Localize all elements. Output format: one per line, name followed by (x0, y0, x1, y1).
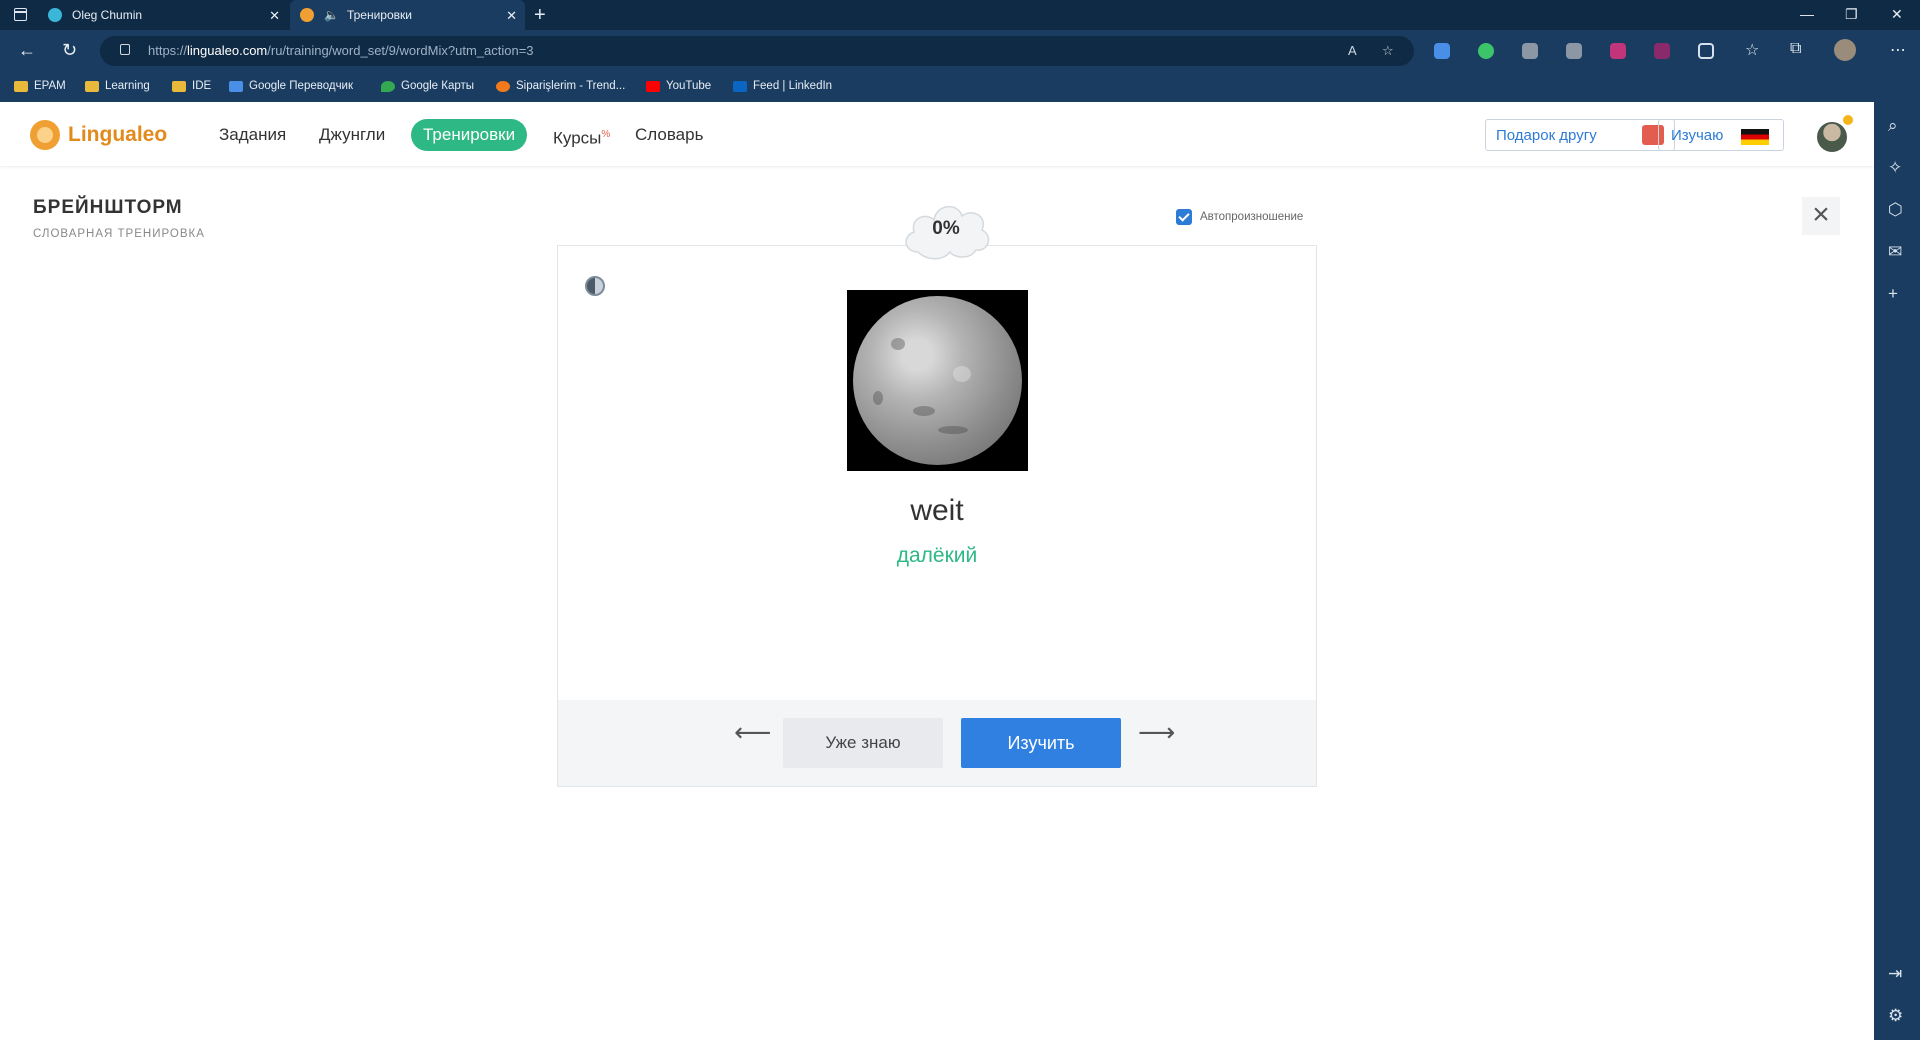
lock-icon (120, 44, 130, 55)
extension-icon[interactable] (1566, 43, 1582, 59)
google-translate-icon (229, 80, 243, 92)
back-icon[interactable]: ← (18, 40, 36, 61)
read-aloud-icon[interactable]: A (1348, 43, 1357, 58)
next-arrow-icon[interactable]: ⟶ (1138, 717, 1175, 748)
lion-logo-icon (30, 120, 60, 150)
close-tab-icon[interactable]: ✕ (269, 8, 280, 24)
tab-title: Тренировки (346, 8, 412, 22)
gift-friend-button[interactable]: Подарок другу (1485, 119, 1675, 151)
minimize-icon[interactable]: — (1800, 6, 1814, 22)
new-tab-icon[interactable]: + (534, 4, 546, 27)
browser-tab-bar: Oleg Chumin ✕ 🔈 Тренировки ✕ + — ❐ ✕ (0, 0, 1920, 30)
address-field[interactable]: https://lingualeo.com/ru/training/word_s… (100, 36, 1414, 66)
autopronounce-toggle[interactable]: Автопроизношение (1176, 209, 1303, 225)
profile-avatar-icon[interactable] (1834, 39, 1856, 61)
learn-button[interactable]: Изучить (961, 718, 1121, 768)
tab-actions-icon[interactable] (14, 8, 27, 21)
close-tab-icon[interactable]: ✕ (506, 8, 517, 24)
trendyol-icon (496, 80, 510, 92)
bookmark-linkedin[interactable]: Feed | LinkedIn (733, 80, 832, 92)
restore-icon[interactable]: ❐ (1845, 6, 1858, 23)
site-header: Lingualeo Задания Джунгли Тренировки Кур… (0, 102, 1874, 166)
settings-gear-icon[interactable]: ⚙ (1888, 1006, 1903, 1026)
browser-sidebar: ⌕ ✧ ⬡ ✉ + ⇥ ⚙ (1874, 102, 1920, 1040)
bookmark-google-maps[interactable]: Google Карты (381, 80, 474, 92)
speaker-icon[interactable]: 🔈 (324, 8, 339, 22)
tab-oleg-chumin[interactable]: Oleg Chumin ✕ (38, 0, 288, 30)
outlook-icon[interactable]: ✉ (1888, 242, 1902, 262)
window-close-icon[interactable]: ✕ (1891, 6, 1903, 23)
refresh-icon[interactable]: ↻ (62, 40, 77, 61)
training-subtitle: СЛОВАРНАЯ ТРЕНИРОВКА (33, 228, 205, 240)
add-sidebar-icon[interactable]: + (1888, 284, 1898, 304)
url-text: https://lingualeo.com/ru/training/word_s… (148, 43, 534, 58)
extension-icon[interactable] (1654, 43, 1670, 59)
word-translation: далёкий (896, 544, 978, 567)
extension-icon[interactable] (1610, 43, 1626, 59)
edge-icon (48, 8, 62, 22)
checkbox-checked-icon[interactable] (1176, 209, 1192, 225)
lingualeo-logo[interactable]: Lingualeo (30, 120, 167, 150)
bookmark-learning[interactable]: Learning (85, 80, 150, 92)
bookmark-ide[interactable]: IDE (172, 80, 211, 92)
nav-tasks[interactable]: Задания (219, 119, 286, 151)
extension-icon[interactable] (1522, 43, 1538, 59)
green-extension-icon[interactable] (1478, 43, 1494, 59)
contrast-toggle-icon[interactable] (585, 276, 605, 296)
bookmark-trendyol[interactable]: Siparişlerim - Trend... (496, 80, 625, 92)
favorites-icon[interactable]: ☆ (1745, 40, 1759, 60)
training-title: БРЕЙНШТОРМ (33, 197, 183, 218)
moon-image (847, 290, 1028, 471)
gift-button-label: Подарок другу (1496, 126, 1597, 144)
previous-arrow-icon[interactable]: ⟵ (734, 717, 771, 748)
collections-icon[interactable]: ⧉ (1790, 40, 1801, 58)
google-maps-icon (381, 80, 395, 92)
hide-sidebar-icon[interactable]: ⇥ (1888, 964, 1902, 984)
word-card: weit далёкий ⟵ Уже знаю Изучить ⟶ (557, 245, 1317, 787)
close-training-button[interactable]: × (1802, 197, 1840, 235)
search-icon[interactable]: ⌕ (1888, 116, 1898, 136)
nav-courses-label: Курсы (553, 128, 602, 148)
nav-trainings[interactable]: Тренировки (411, 119, 528, 151)
card-actions: ⟵ Уже знаю Изучить ⟶ (558, 700, 1316, 786)
folder-icon (14, 80, 28, 92)
learning-language-button[interactable]: Изучаю (1658, 119, 1784, 151)
tab-title: Oleg Chumin (72, 8, 143, 22)
nav-jungle[interactable]: Джунгли (319, 119, 385, 151)
autopronounce-label: Автопроизношение (1200, 211, 1304, 223)
youtube-icon (646, 80, 660, 92)
bookmark-youtube[interactable]: YouTube (646, 80, 711, 92)
folder-icon (172, 80, 186, 92)
moon-picture (853, 296, 1022, 465)
address-bar-row: ← ↻ https://lingualeo.com/ru/training/wo… (0, 30, 1920, 72)
bookmarks-bar: EPAM Learning IDE Google Переводчик Goog… (0, 72, 1920, 102)
translate-extension-icon[interactable] (1434, 43, 1450, 59)
bookmark-google-translate[interactable]: Google Переводчик (229, 80, 353, 92)
extensions-puzzle-icon[interactable] (1698, 43, 1714, 59)
favorite-star-icon[interactable]: ☆ (1382, 43, 1394, 59)
user-avatar[interactable] (1817, 122, 1847, 152)
copilot-icon[interactable]: ✧ (1888, 158, 1902, 178)
folder-icon (85, 80, 99, 92)
nav-courses[interactable]: Курсы% (553, 119, 610, 151)
foreign-word: weit (910, 494, 964, 527)
nav-dictionary[interactable]: Словарь (635, 119, 703, 151)
linkedin-icon (733, 80, 747, 92)
learning-button-label: Изучаю (1671, 126, 1724, 144)
bookmark-epam[interactable]: EPAM (14, 80, 66, 92)
logo-text: Lingualeo (68, 123, 168, 146)
more-options-icon[interactable]: ⋯ (1890, 40, 1906, 60)
already-know-button[interactable]: Уже знаю (783, 718, 943, 768)
progress-percent: 0% (932, 218, 960, 239)
tab-trainings[interactable]: 🔈 Тренировки ✕ (290, 0, 525, 30)
games-icon[interactable]: ⬡ (1888, 200, 1903, 220)
lingualeo-lion-icon (300, 8, 314, 22)
premium-badge-icon (1843, 115, 1853, 125)
discount-badge: % (601, 129, 611, 140)
german-flag-icon (1741, 129, 1769, 145)
